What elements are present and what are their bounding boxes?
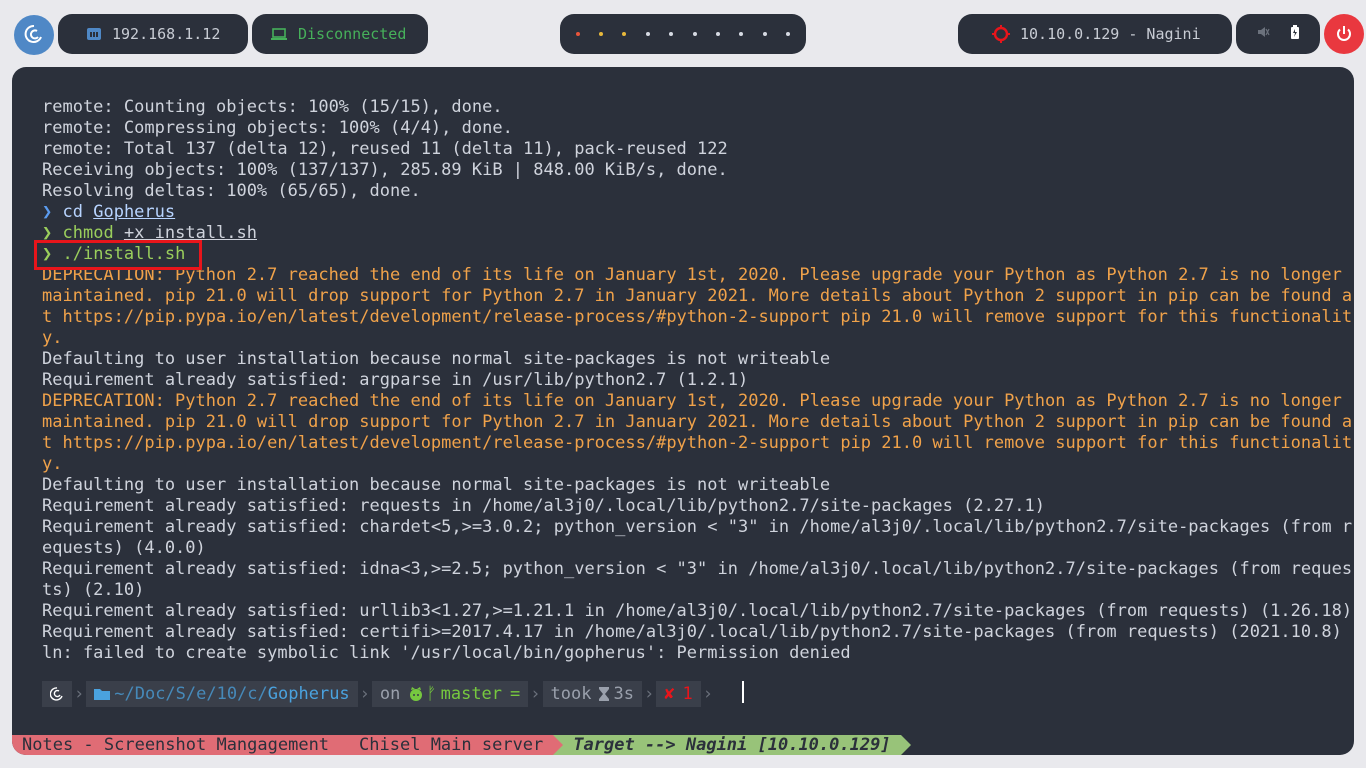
duration: 3s [613, 684, 634, 704]
system-tray [1236, 14, 1320, 54]
workspace-8[interactable] [739, 32, 744, 36]
prompt-separator: › [702, 684, 713, 704]
prompt-separator: › [74, 684, 85, 704]
vpn-status: Disconnected [298, 25, 407, 43]
output-line: maintained. pip 21.0 will drop support f… [42, 412, 1353, 432]
output-line: Requirement already satisfied: certifi>=… [42, 622, 1342, 642]
status-separator [339, 735, 350, 755]
output-line: Requirement already satisfied: argparse … [42, 370, 749, 390]
status-tab-target[interactable]: Target --> Nagini [10.10.0.129] [563, 735, 901, 755]
prompt-separator: › [643, 684, 655, 704]
output-line: Receiving objects: 100% (137/137), 285.8… [42, 160, 728, 180]
prompt-path-segment: ~/Doc/S/e/10/c/Gopherus [86, 681, 358, 707]
target-label: 10.10.0.129 - Nagini [1020, 25, 1201, 43]
prompt-separator: › [530, 684, 541, 704]
exit-code: 1 [682, 684, 693, 704]
power-button[interactable] [1324, 14, 1364, 54]
prompt-path: ~/Doc/S/e/10/c/ [114, 684, 268, 704]
debian-prompt-icon [50, 687, 63, 701]
output-line: y. [42, 328, 63, 348]
ip-indicator: 192.168.1.12 [58, 14, 248, 54]
output-line: DEPRECATION: Python 2.7 reached the end … [42, 265, 1342, 285]
git-on-label: on [379, 684, 401, 704]
exit-error-icon: ✘ [664, 684, 675, 704]
output-line: t https://pip.pypa.io/en/latest/developm… [42, 307, 1353, 327]
status-separator [900, 735, 911, 755]
status-separator [553, 735, 564, 755]
workspace-switcher[interactable] [560, 14, 806, 54]
prompt-os-segment [42, 681, 72, 707]
git-status: = [510, 684, 521, 704]
command: cd [62, 202, 83, 222]
prompt-git-segment: on ᚠ master = [371, 681, 529, 707]
output-line: ln: failed to create symbolic link '/usr… [42, 643, 851, 663]
mute-icon[interactable] [1256, 25, 1270, 43]
text-cursor [742, 681, 744, 703]
terminal-output: remote: Counting objects: 100% (15/15), … [42, 97, 1353, 664]
debian-logo-icon [24, 24, 42, 43]
battery-icon [1290, 25, 1300, 43]
laptop-icon [270, 27, 288, 41]
command-arg: Gopherus [93, 202, 176, 222]
ip-address: 192.168.1.12 [112, 25, 221, 43]
output-line: remote: Compressing objects: 100% (4/4),… [42, 118, 513, 138]
power-icon [1337, 26, 1351, 41]
highlight-box [34, 240, 202, 270]
output-line: Requirement already satisfied: chardet<5… [42, 517, 1353, 537]
git-branch: master [440, 684, 503, 704]
shell-prompt: › ~/Doc/S/e/10/c/Gopherus › on ᚠ master … [42, 681, 715, 707]
output-line: y. [42, 454, 63, 474]
command-line: ❯ cd Gopherus [42, 202, 1332, 223]
output-line: t https://pip.pypa.io/en/latest/developm… [42, 433, 1353, 453]
git-branch-icon: ᚠ [426, 684, 437, 704]
output-line: Defaulting to user installation because … [42, 475, 831, 495]
output-line: maintained. pip 21.0 will drop support f… [42, 286, 1353, 306]
output-line: equests) (4.0.0) [42, 538, 206, 558]
prompt-exit-segment: ✘ 1 [656, 681, 701, 707]
output-line: Requirement already satisfied: idna<3,>=… [42, 559, 1353, 579]
target-icon [992, 25, 1010, 43]
output-line: Resolving deltas: 100% (65/65), done. [42, 181, 421, 201]
took-label: took [550, 684, 592, 704]
workspace-9[interactable] [762, 32, 767, 36]
output-line: ts) (2.10) [42, 580, 145, 600]
command-line: ❯ ./install.sh [42, 244, 1332, 265]
folder-icon [94, 688, 111, 700]
output-line: DEPRECATION: Python 2.7 reached the end … [42, 391, 1342, 411]
workspace-1[interactable] [575, 32, 580, 36]
prompt-separator: › [359, 684, 370, 704]
status-bar: Notes - Screenshot Mangagement Chisel Ma… [12, 735, 1354, 755]
workspace-5[interactable] [669, 32, 674, 36]
prompt-dir: Gopherus [267, 684, 350, 704]
workspace-6[interactable] [692, 32, 697, 36]
command-line: ❯ chmod +x install.sh [42, 223, 1332, 244]
target-indicator: 10.10.0.129 - Nagini [958, 14, 1232, 54]
workspace-4[interactable] [645, 32, 650, 36]
output-line: Requirement already satisfied: requests … [42, 496, 1046, 516]
terminal-window[interactable]: remote: Counting objects: 100% (15/15), … [12, 67, 1354, 755]
ethernet-icon [86, 27, 102, 41]
output-line: Defaulting to user installation because … [42, 349, 831, 369]
os-menu-button[interactable] [14, 15, 54, 55]
prompt-arrow: ❯ [42, 202, 53, 222]
workspace-3[interactable] [622, 32, 627, 36]
workspace-10[interactable] [786, 32, 791, 36]
prompt-duration-segment: took 3s [542, 681, 642, 707]
github-icon [408, 686, 424, 702]
status-tab-notes[interactable]: Notes - Screenshot Mangagement [12, 735, 340, 755]
status-tab-chisel[interactable]: Chisel Main server [349, 735, 554, 755]
output-line: remote: Counting objects: 100% (15/15), … [42, 97, 503, 117]
workspace-2[interactable] [599, 32, 604, 36]
hourglass-icon [599, 687, 610, 701]
output-line: Requirement already satisfied: urllib3<1… [42, 601, 1353, 621]
output-line: remote: Total 137 (delta 12), reused 11 … [42, 139, 728, 159]
workspace-7[interactable] [716, 32, 721, 36]
vpn-indicator: Disconnected [252, 14, 428, 54]
